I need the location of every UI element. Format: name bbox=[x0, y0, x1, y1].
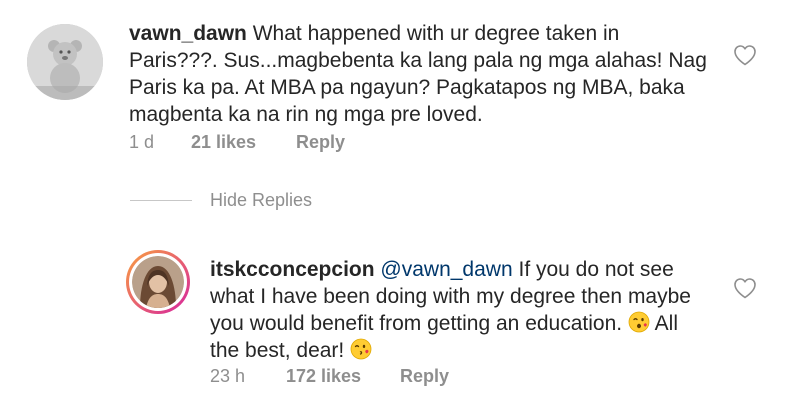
kissing-heart-emoji-icon bbox=[350, 338, 372, 360]
divider-line bbox=[130, 200, 192, 201]
reply-likes[interactable]: 172 likes bbox=[286, 366, 400, 387]
reply-time: 23 h bbox=[210, 366, 246, 386]
reply-button[interactable]: Reply bbox=[296, 132, 345, 153]
teddy-bear-avatar-icon bbox=[27, 24, 103, 100]
reply-button[interactable]: Reply bbox=[400, 366, 449, 387]
reply-username[interactable]: itskcconcepcion bbox=[210, 258, 375, 281]
heart-outline-icon[interactable] bbox=[733, 277, 757, 299]
reply-meta: 23 h 172 likes Reply bbox=[210, 366, 449, 387]
comment-text: vawn_dawn What happened with ur degree t… bbox=[129, 20, 709, 128]
comment-username[interactable]: vawn_dawn bbox=[129, 22, 247, 45]
mention-link[interactable]: @vawn_dawn bbox=[380, 258, 512, 281]
heart-outline-icon[interactable] bbox=[733, 44, 757, 66]
hide-replies-button[interactable]: Hide Replies bbox=[130, 190, 312, 211]
avatar[interactable] bbox=[126, 250, 190, 314]
hide-replies-label: Hide Replies bbox=[210, 190, 313, 210]
winking-kiss-emoji-icon bbox=[628, 311, 650, 333]
avatar[interactable] bbox=[27, 24, 103, 100]
comment-meta: 1 d 21 likes Reply bbox=[129, 132, 345, 153]
comment-time: 1 d bbox=[129, 132, 155, 152]
comment-likes[interactable]: 21 likes bbox=[191, 132, 296, 153]
profile-photo-avatar-icon bbox=[132, 256, 184, 308]
reply-text: itskcconcepcion @vawn_dawn If you do not… bbox=[210, 256, 710, 364]
